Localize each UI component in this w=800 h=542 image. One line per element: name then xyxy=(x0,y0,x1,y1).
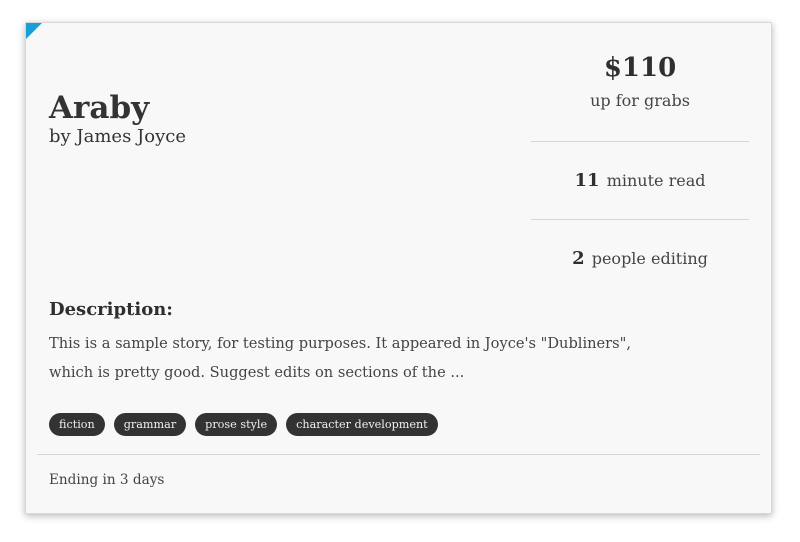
story-card[interactable]: Araby by James Joyce $110 up for grabs 1… xyxy=(25,22,772,514)
editors-label: people editing xyxy=(591,249,708,268)
read-time-stat: 11 minute read xyxy=(531,142,749,219)
tag-grammar[interactable]: grammar xyxy=(113,413,187,436)
corner-ribbon-icon xyxy=(26,23,42,39)
ending-status: Ending in 3 days xyxy=(49,472,165,488)
tag-character-development[interactable]: character development xyxy=(286,413,438,436)
tag-fiction[interactable]: fiction xyxy=(49,413,105,436)
title-block: Araby by James Joyce xyxy=(49,91,186,149)
tag-list: fiction grammar prose style character de… xyxy=(49,413,438,436)
editors-value: 2 xyxy=(572,248,585,269)
read-time-value: 11 xyxy=(574,170,600,191)
read-time-label: minute read xyxy=(606,171,706,190)
description-heading: Description: xyxy=(49,299,173,320)
stats-panel: $110 up for grabs 11 minute read 2 peopl… xyxy=(531,45,749,297)
reward-label: up for grabs xyxy=(590,91,690,110)
story-author: by James Joyce xyxy=(49,126,186,147)
reward-stat: $110 up for grabs xyxy=(531,45,749,141)
editors-stat: 2 people editing xyxy=(531,220,749,297)
reward-amount: $110 xyxy=(603,53,677,83)
story-title[interactable]: Araby xyxy=(49,91,186,125)
tag-prose-style[interactable]: prose style xyxy=(195,413,278,436)
description-text: This is a sample story, for testing purp… xyxy=(49,335,631,381)
footer-divider xyxy=(37,454,760,455)
